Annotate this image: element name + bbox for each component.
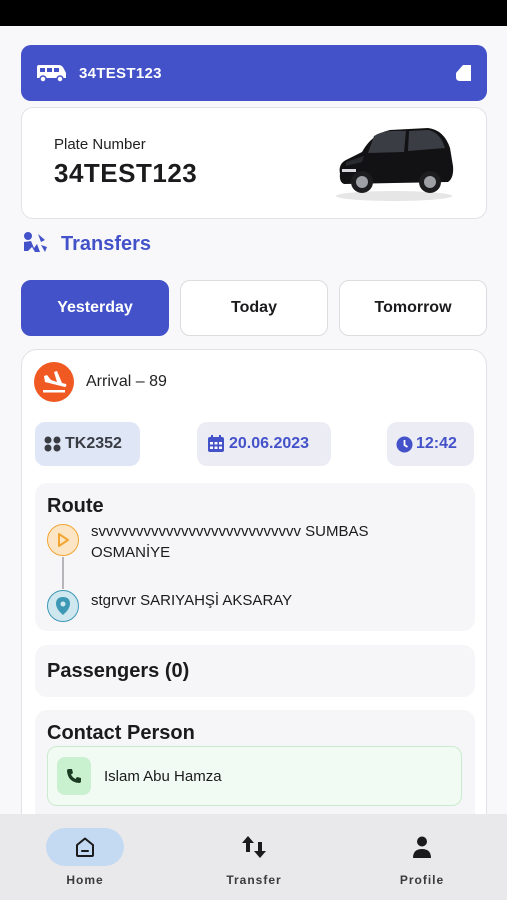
nav-home-indicator [46, 828, 124, 866]
calendar-icon [208, 435, 224, 452]
bottom-navigation: Home Transfer Profile [0, 814, 507, 900]
vehicle-plate: 34TEST123 [79, 64, 162, 82]
transfers-icon [24, 232, 47, 252]
transfer-icon [242, 836, 266, 858]
contact-person-title: Contact Person [47, 722, 195, 744]
nav-profile-indicator [383, 828, 461, 866]
back-arrow-icon[interactable] [455, 64, 473, 82]
location-pin-icon [47, 590, 79, 622]
flight-number-chip: TK2352 [35, 422, 140, 466]
person-icon [413, 836, 431, 858]
nav-home[interactable]: Home [25, 814, 145, 900]
contact-person-section: Contact Person Islam Abu Hamza [35, 710, 475, 814]
transfers-heading: Transfers [21, 230, 151, 258]
van-icon [37, 65, 66, 83]
route-title: Route [47, 495, 104, 517]
clock-icon [396, 436, 413, 452]
transfers-title: Transfers [61, 232, 152, 255]
plate-number-card: Plate Number 34TEST123 [21, 107, 487, 219]
tab-today[interactable]: Today [180, 280, 328, 336]
nav-profile[interactable]: Profile [362, 814, 482, 900]
main-content[interactable]: 34TEST123 Plate Number 34TEST123 Transfe… [0, 26, 507, 814]
route-to-address: stgrvvr SARIYAHŞİ AKSARAY [91, 592, 293, 609]
plate-number-label: Plate Number [54, 136, 146, 153]
time-chip: 12:42 [387, 422, 474, 466]
transfer-card[interactable]: Arrival – 89 TK2352 20.06.2023 12:42 Rou… [21, 349, 487, 814]
flight-icon [44, 436, 61, 452]
nav-transfer-label: Transfer [226, 873, 282, 887]
flight-number: TK2352 [65, 435, 122, 452]
phone-icon[interactable] [57, 757, 91, 795]
date-chip: 20.06.2023 [197, 422, 331, 466]
arrival-header: Arrival – 89 [34, 362, 167, 402]
nav-home-label: Home [66, 873, 104, 887]
route-section: Route svvvvvvvvvvvvvvvvvvvvvvvvvvv SUMBA… [35, 483, 475, 631]
contact-person-row[interactable]: Islam Abu Hamza [47, 746, 462, 806]
tab-tomorrow[interactable]: Tomorrow [339, 280, 487, 336]
nav-profile-label: Profile [399, 873, 445, 887]
plane-landing-icon [34, 362, 74, 402]
contact-person-name: Islam Abu Hamza [104, 767, 222, 785]
route-start-icon [47, 524, 79, 556]
vehicle-image [336, 128, 454, 201]
route-connector [62, 557, 64, 589]
home-icon [76, 837, 94, 857]
day-tabs: Yesterday Today Tomorrow [21, 280, 487, 336]
route-from-address: svvvvvvvvvvvvvvvvvvvvvvvvvvv SUMBAS OSMA… [91, 523, 369, 561]
nav-transfer[interactable]: Transfer [194, 814, 314, 900]
plate-number-value: 34TEST123 [54, 158, 198, 188]
passengers-section[interactable]: Passengers (0) [35, 645, 475, 697]
nav-transfer-indicator [215, 828, 293, 866]
transfer-type-label: Arrival – 89 [86, 373, 167, 390]
transfer-date: 20.06.2023 [229, 435, 310, 452]
transfer-time: 12:42 [416, 435, 457, 452]
status-bar [0, 0, 507, 26]
vehicle-selector-bar[interactable]: 34TEST123 [21, 45, 487, 101]
tab-yesterday[interactable]: Yesterday [21, 280, 169, 336]
